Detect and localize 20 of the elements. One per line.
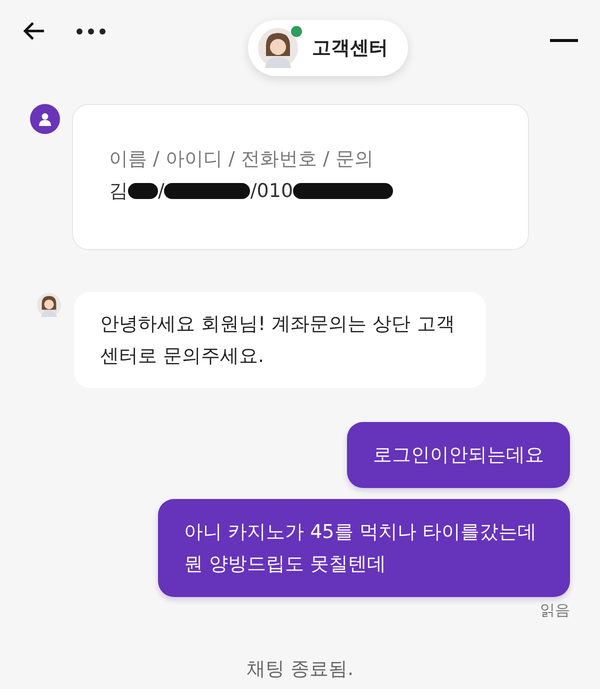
form-label: 이름 / 아이디 / 전화번호 / 문의 — [109, 147, 374, 172]
user-icon — [30, 104, 60, 134]
more-button[interactable] — [76, 28, 106, 34]
read-status: 읽음 — [540, 601, 570, 619]
agent-avatar — [258, 28, 298, 68]
chat-ended-note: 채팅 종료됨. — [246, 658, 354, 680]
minimize-button[interactable] — [550, 38, 578, 42]
chat-title: 고객센터 — [312, 36, 388, 61]
user-message: 아니 카지노가 45를 먹치나 타이를갔는데 뭔 양방드립도 못칠텐데 — [158, 499, 570, 597]
minimize-icon — [550, 38, 578, 42]
user-message: 로그인이안되는데요 — [347, 422, 570, 488]
more-icon — [76, 28, 106, 34]
form-answer: 김 — [109, 179, 128, 204]
back-button[interactable] — [22, 21, 46, 41]
redaction-mark — [128, 183, 158, 199]
form-answer: / — [158, 179, 164, 204]
agent-message: 안녕하세요 회원님! 계좌문의는 상단 고객센터로 문의주세요. — [74, 292, 486, 388]
agent-avatar — [37, 292, 61, 318]
form-answer: /010 — [250, 179, 294, 204]
back-arrow-icon — [22, 21, 46, 41]
